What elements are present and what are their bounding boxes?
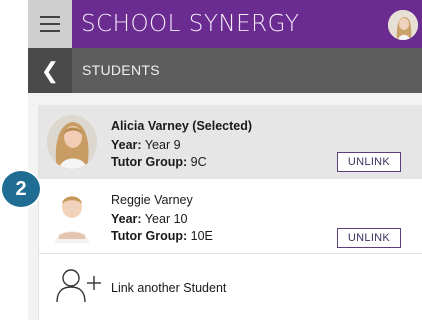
year-label: Year:	[111, 212, 142, 226]
tutor-group-value: 10E	[190, 229, 213, 243]
student-name: Reggie Varney	[111, 193, 193, 207]
student-avatar	[47, 115, 97, 169]
student-tutor-group: Tutor Group: 9C	[111, 155, 207, 169]
link-another-student-row[interactable]: Link another Student	[39, 253, 422, 313]
tutor-group-value: 9C	[190, 155, 207, 169]
student-list: Alicia Varney (Selected) Year: Year 9 Tu…	[38, 105, 422, 320]
student-row-reggie[interactable]: Reggie Varney Year: Year 10 Tutor Group:…	[39, 179, 422, 254]
app-title: SCHOOL SYNERGY	[81, 11, 300, 37]
page-header: ❮ STUDENTS	[28, 48, 422, 93]
student-avatar	[47, 189, 97, 243]
tutor-group-label: Tutor Group:	[111, 229, 188, 243]
year-value: Year 10	[144, 212, 188, 226]
student-name: Alicia Varney (Selected)	[111, 119, 253, 133]
student-year: Year: Year 10	[111, 212, 187, 226]
top-bar: SCHOOL SYNERGY	[28, 0, 422, 48]
tutor-group-label: Tutor Group:	[111, 155, 188, 169]
user-avatar[interactable]	[388, 10, 418, 40]
student-tutor-group: Tutor Group: 10E	[111, 229, 213, 243]
step-number-badge: 2	[0, 169, 42, 209]
hamburger-menu-icon[interactable]	[28, 0, 72, 48]
app-window: SCHOOL SYNERGY ❮ STUDENTS Alicia Varney …	[28, 0, 422, 320]
add-user-icon	[56, 269, 101, 303]
back-chevron-icon[interactable]: ❮	[28, 48, 72, 93]
unlink-button[interactable]: UNLINK	[337, 152, 401, 172]
link-another-student-label: Link another Student	[111, 281, 227, 295]
student-year: Year: Year 9	[111, 138, 181, 152]
year-label: Year:	[111, 138, 142, 152]
page-title: STUDENTS	[82, 62, 160, 78]
year-value: Year 9	[144, 138, 181, 152]
student-row-alicia[interactable]: Alicia Varney (Selected) Year: Year 9 Tu…	[39, 105, 422, 179]
unlink-button[interactable]: UNLINK	[337, 228, 401, 248]
